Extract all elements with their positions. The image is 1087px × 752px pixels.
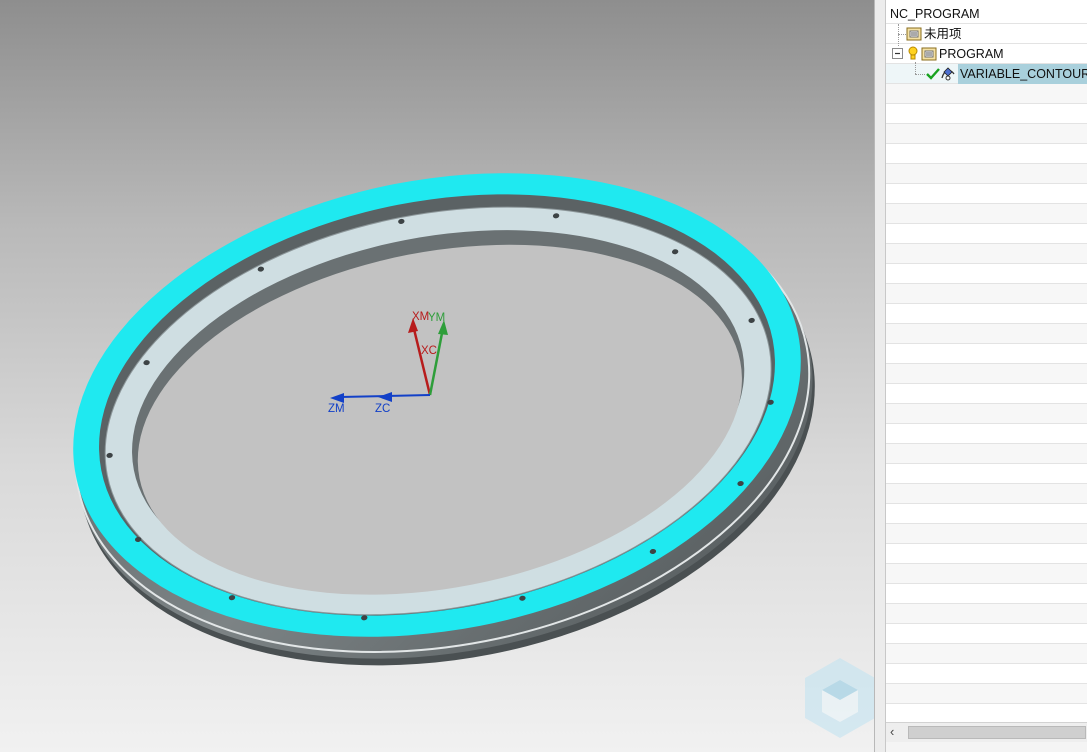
complete-check-icon bbox=[926, 68, 940, 80]
collapse-minus-icon[interactable] bbox=[892, 48, 903, 59]
variable-contour-operation-icon bbox=[941, 67, 955, 81]
label-xc: XC bbox=[421, 345, 437, 357]
empty-row bbox=[886, 384, 1087, 404]
label-xm: XM bbox=[412, 311, 429, 323]
empty-row bbox=[886, 164, 1087, 184]
empty-row bbox=[886, 624, 1087, 644]
empty-row bbox=[886, 564, 1087, 584]
panel-splitter[interactable] bbox=[874, 0, 886, 752]
empty-row bbox=[886, 284, 1087, 304]
empty-row bbox=[886, 604, 1087, 624]
empty-row bbox=[886, 584, 1087, 604]
empty-row bbox=[886, 424, 1087, 444]
tree-node-nc-program[interactable]: NC_PROGRAM bbox=[890, 4, 980, 24]
empty-row bbox=[886, 244, 1087, 264]
empty-row bbox=[886, 684, 1087, 704]
empty-row bbox=[886, 444, 1087, 464]
empty-row bbox=[886, 464, 1087, 484]
watermark-cube-icon bbox=[805, 658, 874, 738]
empty-row bbox=[886, 204, 1087, 224]
empty-row bbox=[886, 544, 1087, 564]
empty-row bbox=[886, 344, 1087, 364]
tree-connector bbox=[898, 24, 899, 46]
scrollbar-thumb[interactable] bbox=[908, 726, 1086, 739]
program-group-icon bbox=[906, 27, 922, 41]
label-zm: ZM bbox=[328, 403, 345, 415]
label-ym: YM bbox=[428, 312, 445, 324]
tree-node-label: VARIABLE_CONTOUR bbox=[958, 64, 1087, 84]
tree-connector bbox=[898, 34, 906, 35]
empty-row bbox=[886, 524, 1087, 544]
empty-row bbox=[886, 144, 1087, 164]
empty-row bbox=[886, 184, 1087, 204]
empty-row bbox=[886, 324, 1087, 344]
empty-row bbox=[886, 104, 1087, 124]
empty-row bbox=[886, 704, 1087, 724]
empty-row bbox=[886, 304, 1087, 324]
empty-row bbox=[886, 224, 1087, 244]
tree-connector bbox=[915, 74, 925, 75]
label-zc: ZC bbox=[375, 403, 390, 415]
empty-row bbox=[886, 124, 1087, 144]
empty-row bbox=[886, 504, 1087, 524]
ring-part-model[interactable]: XM YM XC ZM ZC bbox=[0, 0, 874, 752]
empty-row bbox=[886, 404, 1087, 424]
empty-row bbox=[886, 664, 1087, 684]
empty-row bbox=[886, 264, 1087, 284]
graphics-viewport[interactable]: XM YM XC ZM ZC bbox=[0, 0, 874, 752]
tree-node-label: PROGRAM bbox=[939, 47, 1004, 61]
empty-row bbox=[886, 644, 1087, 664]
empty-row bbox=[886, 364, 1087, 384]
lightbulb-icon bbox=[908, 46, 918, 60]
tree-node-label: NC_PROGRAM bbox=[890, 7, 980, 21]
empty-row bbox=[886, 484, 1087, 504]
tree-node-unused-items[interactable]: 未用项 bbox=[906, 24, 962, 44]
navigator-bottom-strip bbox=[886, 742, 1087, 752]
empty-row bbox=[886, 84, 1087, 104]
navigator-horizontal-scrollbar[interactable]: ‹ bbox=[886, 722, 1087, 742]
scroll-left-icon[interactable]: ‹ bbox=[890, 724, 894, 739]
tree-node-program[interactable]: PROGRAM bbox=[908, 44, 1004, 64]
operation-navigator[interactable]: NC_PROGRAM 未用项 PROGRAM VARIABLE_CONTOUR bbox=[886, 0, 1087, 752]
tree-node-variable-contour[interactable]: VARIABLE_CONTOUR bbox=[926, 64, 1087, 84]
program-group-icon bbox=[921, 47, 937, 61]
tree-node-label: 未用项 bbox=[924, 27, 962, 41]
